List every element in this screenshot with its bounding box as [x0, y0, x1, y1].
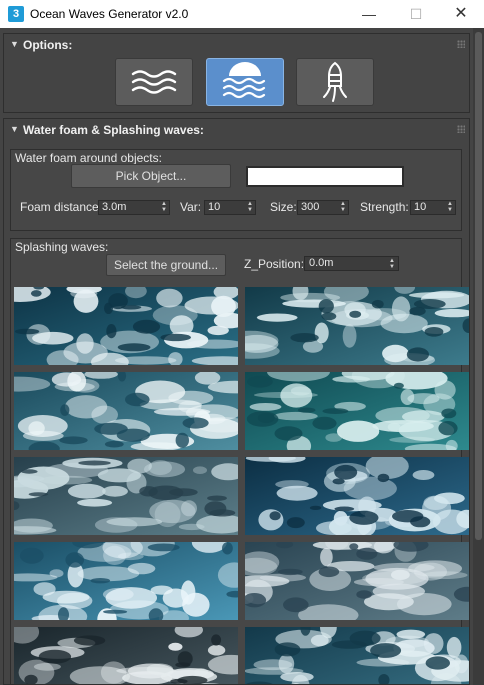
options-rollout: ▼ Options:: [3, 33, 470, 113]
drag-grip-icon[interactable]: [457, 40, 465, 48]
thumbnail-8-image: [245, 542, 469, 620]
thumbnail-10-image: [245, 627, 469, 684]
thumbnail-2[interactable]: [245, 287, 469, 365]
waves-mode-button[interactable]: [115, 58, 193, 106]
waves-icon: [131, 70, 177, 94]
thumbnail-5-image: [14, 457, 238, 535]
pick-object-button[interactable]: Pick Object...: [71, 164, 231, 188]
size-label: Size:: [270, 200, 297, 214]
sea-sunset-icon: [222, 62, 266, 99]
thumbnail-6[interactable]: [245, 457, 469, 535]
thumbnail-10[interactable]: [245, 627, 469, 684]
picked-object-field[interactable]: [246, 166, 404, 187]
water-foam-group: Water foam around objects: Pick Object..…: [10, 149, 462, 231]
window-title: Ocean Waves Generator v2.0: [30, 7, 189, 21]
foam-section-title: Water foam & Splashing waves:: [23, 123, 204, 137]
thumbnail-5[interactable]: [14, 457, 238, 535]
vertical-scrollbar[interactable]: [473, 28, 484, 685]
options-title: Options:: [23, 38, 73, 52]
thumbnail-7-image: [14, 542, 238, 620]
thumbnail-1[interactable]: [14, 287, 238, 365]
strength-value: 10: [414, 201, 427, 213]
var-value: 10: [208, 201, 221, 213]
strength-spinner[interactable]: 10 ▲ ▼: [410, 200, 456, 215]
foam-splash-rollout: ▼ Water foam & Splashing waves: Water fo…: [3, 118, 470, 685]
thumbnail-8[interactable]: [245, 542, 469, 620]
collapse-arrow-icon[interactable]: ▼: [10, 124, 19, 134]
thumbnail-4-image: [245, 372, 469, 450]
thumbnail-9-image: [14, 627, 238, 684]
splashing-waves-group: Splashing waves: Select the ground... Z_…: [10, 238, 469, 684]
spinner-arrows-icon[interactable]: ▲ ▼: [447, 201, 453, 213]
foam-distance-label: Foam distance:: [20, 200, 103, 214]
sea-mode-button[interactable]: [206, 58, 284, 106]
var-label: Var:: [180, 200, 202, 214]
var-spinner[interactable]: 10 ▲ ▼: [204, 200, 256, 215]
spinner-arrows-icon[interactable]: ▲ ▼: [389, 258, 395, 270]
app-icon: 3: [8, 6, 24, 22]
spinner-arrows-icon[interactable]: ▲ ▼: [340, 201, 346, 213]
z-position-spinner[interactable]: 0.0m ▲ ▼: [304, 256, 399, 271]
buoy-icon: [323, 61, 347, 102]
thumbnail-3-image: [14, 372, 238, 450]
foam-distance-spinner[interactable]: 3.0m ▲ ▼: [98, 200, 170, 215]
close-button[interactable]: ✕: [438, 0, 484, 28]
thumbnail-3[interactable]: [14, 372, 238, 450]
size-spinner[interactable]: 300 ▲ ▼: [297, 200, 349, 215]
buoy-mode-button[interactable]: [296, 58, 374, 106]
maximize-button[interactable]: ☐: [393, 0, 439, 28]
z-position-label: Z_Position:: [244, 257, 305, 271]
splashing-waves-group-title: Splashing waves:: [15, 240, 109, 254]
spinner-arrows-icon[interactable]: ▲ ▼: [161, 201, 167, 213]
z-position-value: 0.0m: [309, 257, 334, 269]
thumbnail-9[interactable]: [14, 627, 238, 684]
minimize-button[interactable]: —: [346, 0, 392, 28]
thumbnail-6-image: [245, 457, 469, 535]
thumbnail-2-image: [245, 287, 469, 365]
select-ground-button[interactable]: Select the ground...: [106, 254, 226, 276]
collapse-arrow-icon[interactable]: ▼: [10, 39, 19, 49]
water-foam-group-title: Water foam around objects:: [15, 151, 162, 165]
thumbnail-1-image: [14, 287, 238, 365]
thumbnail-4[interactable]: [245, 372, 469, 450]
strength-label: Strength:: [360, 200, 409, 214]
size-value: 300: [301, 201, 320, 213]
scrollbar-thumb[interactable]: [475, 32, 482, 540]
title-bar[interactable]: 3 Ocean Waves Generator v2.0 — ☐ ✕: [0, 0, 484, 28]
drag-grip-icon[interactable]: [457, 125, 465, 133]
foam-distance-value: 3.0m: [102, 201, 127, 213]
thumbnail-7[interactable]: [14, 542, 238, 620]
options-rollout-header[interactable]: ▼ Options:: [4, 34, 469, 56]
foam-rollout-header[interactable]: ▼ Water foam & Splashing waves:: [4, 119, 469, 141]
spinner-arrows-icon[interactable]: ▲ ▼: [247, 201, 253, 213]
